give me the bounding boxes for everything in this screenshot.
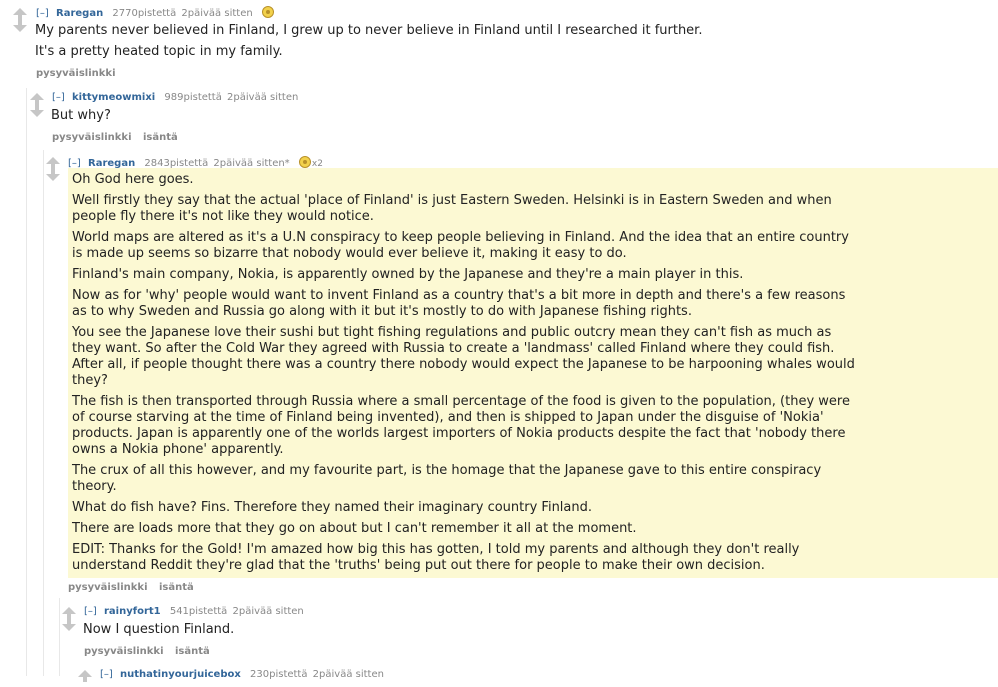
vote-arrows [12, 8, 28, 32]
permalink-button[interactable]: pysyväislinkki [68, 582, 148, 593]
comment-paragraph: World maps are altered as it's a U.N con… [72, 230, 849, 261]
comment-paragraph: Finland's main company, Nokia, is appare… [72, 267, 744, 282]
comment-body: Oh God here goes. Well firstly they say … [68, 168, 998, 578]
author-link[interactable]: nuthatinyourjuicebox [120, 669, 241, 680]
comment-paragraph: There are loads more that they go on abo… [72, 521, 637, 536]
permalink-button[interactable]: pysyväislinkki [84, 646, 164, 657]
timestamp: 2päivää sitten [181, 8, 253, 19]
thread-line-2 [43, 150, 44, 676]
comment-paragraph: EDIT: Thanks for the Gold! I'm amazed ho… [72, 542, 800, 573]
vote-arrows [61, 607, 77, 631]
comment-buttons: pysyväislinkki isäntä [68, 582, 202, 593]
timestamp: 2päivää sitten [232, 606, 304, 617]
comment-paragraph: Now I question Finland. [83, 622, 235, 637]
permalink-button[interactable]: pysyväislinkki [36, 68, 116, 79]
collapse-toggle[interactable]: [–] [36, 8, 49, 19]
upvote-icon[interactable] [13, 8, 27, 20]
gold-award-icon [298, 156, 311, 168]
thread-line-1 [26, 88, 27, 676]
vote-arrows [29, 93, 45, 117]
parent-button[interactable]: isäntä [143, 132, 178, 143]
downvote-icon[interactable] [30, 105, 44, 117]
timestamp: 2päivää sitten [312, 669, 384, 680]
comment-buttons: pysyväislinkki isäntä [84, 646, 218, 657]
author-link[interactable]: Raregan [56, 8, 103, 19]
permalink-button[interactable]: pysyväislinkki [52, 132, 132, 143]
collapse-toggle[interactable]: [–] [52, 92, 65, 103]
comment-paragraph: Now as for 'why' people would want to in… [72, 288, 846, 319]
collapse-toggle[interactable]: [–] [100, 669, 113, 680]
comment-tagline: [–] rainyfort1 541pistettä 2päivää sitte… [84, 606, 304, 617]
comment-paragraph: What do fish have? Fins. Therefore they … [72, 500, 593, 515]
comment-buttons: pysyväislinkki [36, 68, 124, 79]
comment-tagline: [–] Raregan 2770pistettä 2päivää sitten [36, 6, 274, 19]
upvote-icon[interactable] [62, 607, 76, 619]
comment-paragraph: But why? [51, 108, 111, 123]
downvote-icon[interactable] [46, 169, 60, 181]
downvote-icon[interactable] [13, 20, 27, 32]
score: 2770pistettä [112, 8, 177, 19]
parent-button[interactable]: isäntä [159, 582, 194, 593]
comment-body: My parents never believed in Finland, I … [35, 23, 935, 65]
downvote-icon[interactable] [62, 619, 76, 631]
upvote-icon[interactable] [46, 157, 60, 169]
comment-paragraph: The fish is then transported through Rus… [72, 394, 850, 457]
comment-paragraph: Oh God here goes. [72, 172, 194, 187]
comment-paragraph: My parents never believed in Finland, I … [35, 23, 703, 38]
comment-body: Now I question Finland. [83, 622, 943, 643]
comment-paragraph: It's a pretty heated topic in my family. [35, 44, 283, 59]
thread-line-3 [59, 598, 60, 676]
comment-paragraph: Well firstly they say that the actual 'p… [72, 193, 832, 224]
score: 989pistettä [164, 92, 222, 103]
comment-tagline: [–] kittymeowmixi 989pistettä 2päivää si… [52, 92, 298, 103]
comment-buttons: pysyväislinkki isäntä [52, 132, 186, 143]
author-link[interactable]: kittymeowmixi [72, 92, 155, 103]
score: 541pistettä [169, 606, 228, 617]
author-link[interactable]: rainyfort1 [104, 606, 161, 617]
gold-award-icon [261, 6, 274, 18]
upvote-icon[interactable] [30, 93, 44, 105]
comment-body: But why? [51, 108, 931, 129]
comment-paragraph: The crux of all this however, and my fav… [72, 463, 822, 494]
parent-button[interactable]: isäntä [175, 646, 210, 657]
comment-paragraph: You see the Japanese love their sushi bu… [72, 325, 855, 388]
comment-tagline: [–] nuthatinyourjuicebox 230pistettä 2pä… [100, 669, 384, 680]
vote-arrows [77, 670, 93, 687]
vote-arrows [45, 157, 61, 181]
score: 230pistettä [250, 669, 308, 680]
timestamp: 2päivää sitten [227, 92, 299, 103]
collapse-toggle[interactable]: [–] [84, 606, 97, 617]
